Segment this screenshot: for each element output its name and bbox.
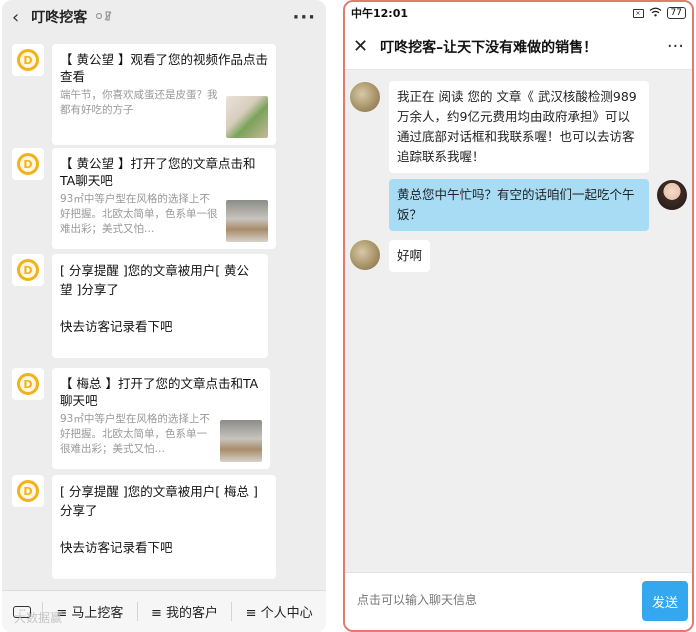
chat-bubble-sent: 黄总您中午忙吗？有空的话咱们一起吃个午饭？ <box>389 179 649 231</box>
left-phone-screen: ‹ 叮咚挖客 ··· D 【 黄公望 】观看了您的视频作品点击查看 端午节，你喜… <box>2 0 326 632</box>
share-text-line: 望 ]分享了 <box>60 282 119 297</box>
watermark: 大数据赢 <box>14 611 63 625</box>
page-title: 叮咚挖客 <box>31 10 88 26</box>
message-title: 【 黄公望 】观看了您的视频作品点击查看 <box>60 52 268 84</box>
chat-bubble-received: 我正在 阅读 您的 文章《 武汉核酸检测989万余人，约9亿元费用均由政府承担》… <box>389 81 649 173</box>
share-card[interactable]: [ 分享提醒 ]您的文章被用户[ 梅总 ] 分享了 快去访客记录看下吧 <box>52 475 276 579</box>
app-logo-icon: D <box>12 368 44 400</box>
tab-personal-center[interactable]: ≡ 个人中心 <box>231 602 326 621</box>
avatar[interactable] <box>350 82 380 112</box>
app-logo-icon: D <box>12 148 44 180</box>
share-card[interactable]: [ 分享提醒 ]您的文章被用户[ 黄公 望 ]分享了 快去访客记录看下吧 <box>52 254 268 358</box>
app-logo-icon: D <box>12 44 44 76</box>
food-thumbnail <box>226 96 268 138</box>
chat-header: ✕ 叮咚挖客–让天下没有难做的销售！ ··· <box>345 24 692 70</box>
living-room-thumbnail <box>226 200 268 242</box>
message-desc: 端午节，你喜欢咸蛋还是皮蛋？我都有好吃的方子 <box>60 89 218 116</box>
tab-my-customers[interactable]: ≡ 我的客户 <box>136 602 232 621</box>
app-logo-icon: D <box>12 475 44 507</box>
app-logo-icon: D <box>12 254 44 286</box>
wifi-icon <box>649 7 662 20</box>
share-hint: 快去访客记录看下吧 <box>60 319 173 334</box>
close-icon[interactable]: ✕ <box>353 36 368 57</box>
more-icon[interactable]: ··· <box>667 36 684 57</box>
chat-input-bar: 点击可以输入聊天信息 发送 <box>345 572 692 630</box>
sim-icon: × <box>632 8 644 18</box>
message-card[interactable]: 【 梅总 】打开了您的文章点击和TA聊天吧 93㎡中等户型在风格的选择上不好把握… <box>52 368 270 469</box>
right-phone-screen: 中午12:01 × 77 ✕ 叮咚挖客–让天下没有难做的销售！ ··· 我正在 … <box>343 0 694 632</box>
message-title: 【 梅总 】打开了您的文章点击和TA聊天吧 <box>60 376 259 408</box>
chat-bubble-received: 好啊 <box>389 240 431 272</box>
chat-title: 叮咚挖客–让天下没有难做的销售！ <box>380 39 598 56</box>
send-button[interactable]: 发送 <box>642 581 688 621</box>
message-title: 【 黄公望 】打开了您的文章点击和TA聊天吧 <box>60 156 256 188</box>
share-text-line: 分享了 <box>60 503 98 518</box>
message-input[interactable]: 点击可以输入聊天信息 <box>357 591 477 608</box>
living-room-thumbnail <box>220 420 262 462</box>
message-desc: 93㎡中等户型在风格的选择上不好把握。北欧太简单，色系单一很难出彩；美式又怕… <box>60 413 210 455</box>
share-text-line: [ 分享提醒 ]您的文章被用户[ 黄公 <box>60 263 250 278</box>
message-desc: 93㎡中等户型在风格的选择上不好把握。北欧太简单，色系单一很难出彩；美式又怕… <box>60 193 218 235</box>
message-card[interactable]: 【 黄公望 】观看了您的视频作品点击查看 端午节，你喜欢咸蛋还是皮蛋？我都有好吃… <box>52 44 276 145</box>
share-hint: 快去访客记录看下吧 <box>60 540 173 555</box>
share-text-line: [ 分享提醒 ]您的文章被用户[ 梅总 ] <box>60 484 258 499</box>
message-card[interactable]: 【 黄公望 】打开了您的文章点击和TA聊天吧 93㎡中等户型在风格的选择上不好把… <box>52 148 276 249</box>
avatar[interactable] <box>657 180 687 210</box>
mute-icon <box>95 10 117 25</box>
status-time: 中午12:01 <box>351 7 409 20</box>
left-header: ‹ 叮咚挖客 ··· <box>2 0 326 34</box>
more-icon[interactable]: ··· <box>292 7 316 28</box>
status-bar: 中午12:01 × 77 <box>345 2 692 24</box>
avatar[interactable] <box>350 240 380 270</box>
back-icon[interactable]: ‹ <box>12 7 19 28</box>
battery-icon: 77 <box>666 7 686 19</box>
